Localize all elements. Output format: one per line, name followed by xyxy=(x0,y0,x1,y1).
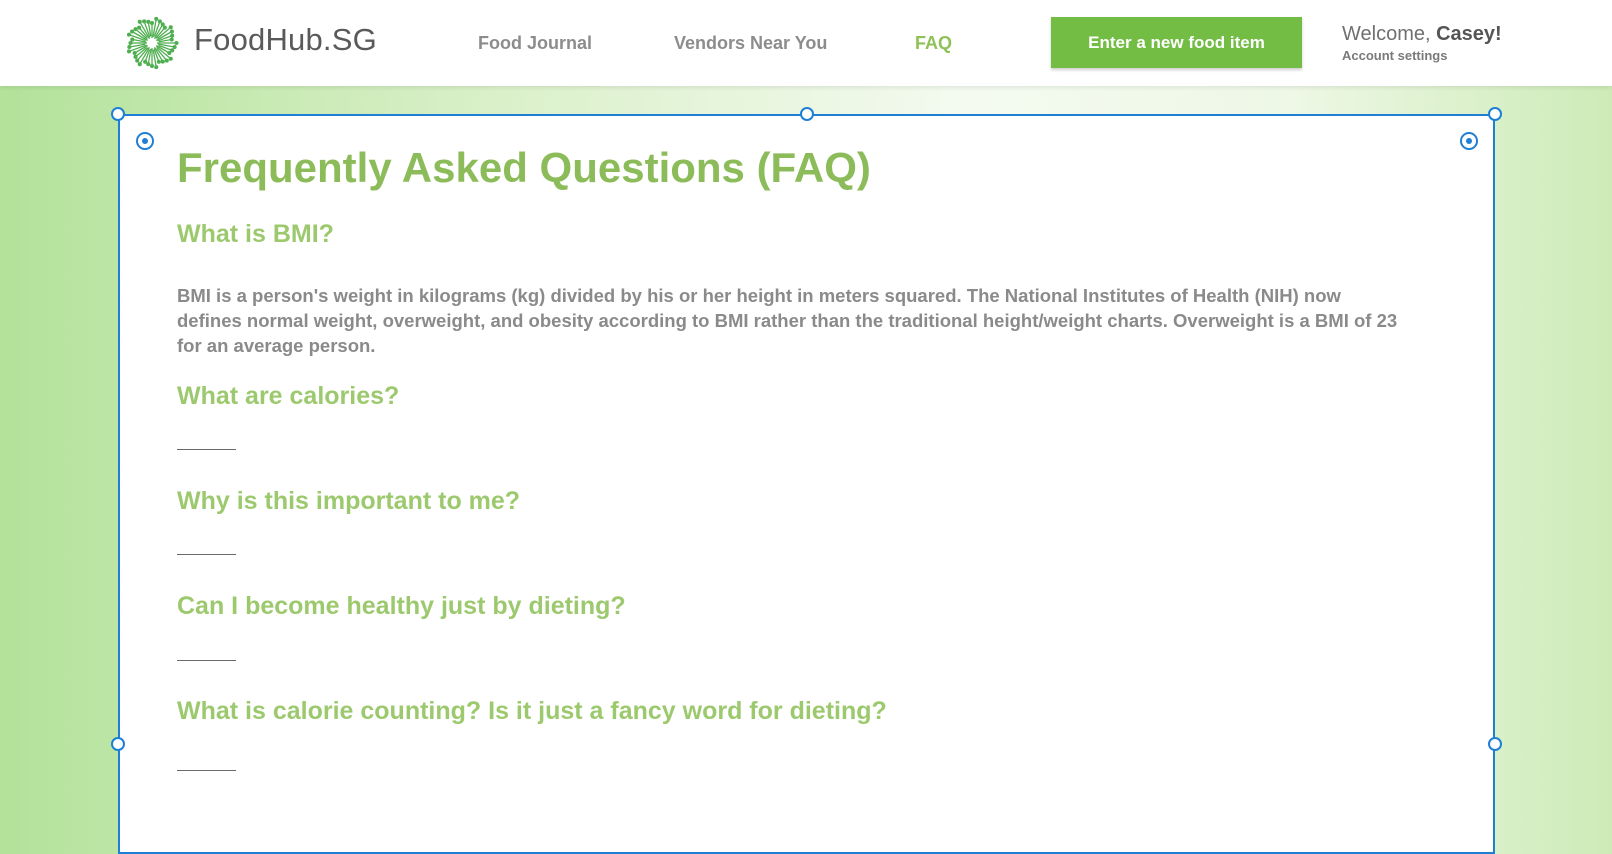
resize-handle-top-center[interactable] xyxy=(800,107,814,121)
enter-new-food-item-button[interactable]: Enter a new food item xyxy=(1051,17,1302,68)
brand-name[interactable]: FoodHub.SG xyxy=(194,22,377,58)
welcome-prefix: Welcome, xyxy=(1342,23,1437,45)
faq-answer-placeholder xyxy=(177,770,236,771)
welcome-message: Welcome, Casey! xyxy=(1342,23,1502,46)
resize-handle-top-right[interactable] xyxy=(1488,107,1502,121)
faq-question-bmi: What is BMI? xyxy=(177,220,334,248)
faq-question-importance: Why is this important to me? xyxy=(177,487,521,515)
dandelion-logo-icon[interactable] xyxy=(124,15,180,71)
nav-vendors-near-you[interactable]: Vendors Near You xyxy=(674,33,827,54)
top-navigation-bar: FoodHub.SG Food Journal Vendors Near You… xyxy=(0,0,1612,86)
faq-answer-bmi: BMI is a person's weight in kilograms (k… xyxy=(177,285,1398,356)
resize-handle-middle-left[interactable] xyxy=(111,737,125,751)
faq-answer-placeholder xyxy=(177,449,236,450)
account-settings-link[interactable]: Account settings xyxy=(1342,48,1447,63)
faq-answer-placeholder xyxy=(177,554,236,555)
resize-handle-middle-right[interactable] xyxy=(1488,737,1502,751)
resize-handle-top-left[interactable] xyxy=(111,107,125,121)
faq-question-calorie-counting: What is calorie counting? Is it just a f… xyxy=(177,697,887,725)
user-name: Casey! xyxy=(1436,23,1502,45)
faq-answer-placeholder xyxy=(177,660,236,661)
anchor-point-left-icon[interactable] xyxy=(136,132,154,150)
faq-question-dieting: Can I become healthy just by dieting? xyxy=(177,592,626,620)
nav-food-journal[interactable]: Food Journal xyxy=(478,33,592,54)
faq-question-calories: What are calories? xyxy=(177,382,400,410)
anchor-point-right-icon[interactable] xyxy=(1460,132,1478,150)
page-title: Frequently Asked Questions (FAQ) xyxy=(177,144,871,191)
nav-faq[interactable]: FAQ xyxy=(915,33,952,54)
